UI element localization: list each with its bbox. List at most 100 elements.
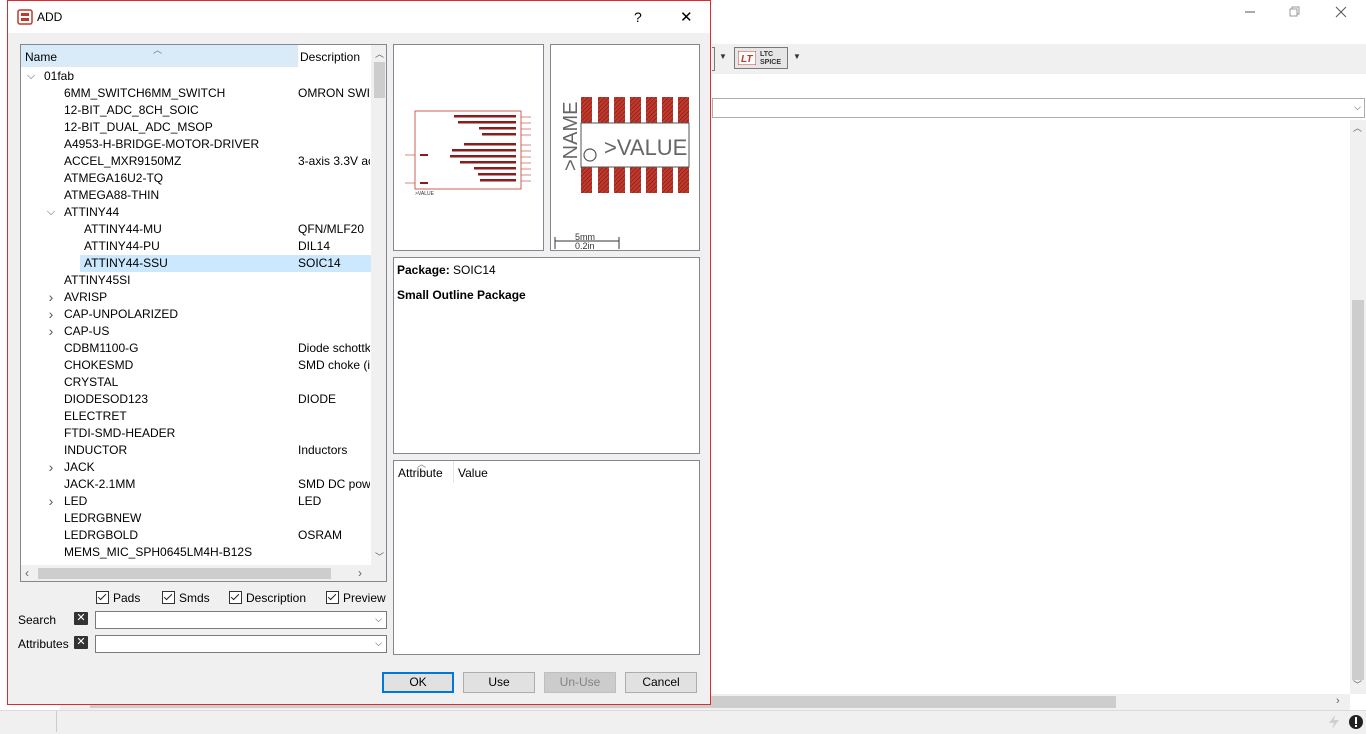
- tree-row[interactable]: ACCEL_MXR9150MZ 3-axis 3.3V accelerometer: [21, 153, 371, 170]
- chevron-down-icon[interactable]: ▼: [793, 52, 801, 61]
- tree-horizontal-scrollbar[interactable]: ‹ ›: [21, 565, 371, 581]
- tree-row[interactable]: CDBM1100-G Diode schottky: [21, 340, 371, 357]
- unuse-button[interactable]: Un-Use: [544, 672, 616, 693]
- tree-row[interactable]: A4953-H-BRIDGE-MOTOR-DRIVER: [21, 136, 371, 153]
- tree-row-name: ATTINY44-PU: [84, 239, 160, 253]
- tree-row-name: ATTINY44-MU: [84, 222, 162, 236]
- scroll-up-icon[interactable]: ︿: [1353, 121, 1362, 134]
- ltspice-button[interactable]: LT LTC SPICE: [734, 47, 788, 69]
- tree-row[interactable]: › JACK: [21, 459, 371, 476]
- clear-search-icon[interactable]: ✕: [74, 612, 88, 625]
- eagle-app-icon: [17, 9, 33, 25]
- tree-row-description: [298, 289, 370, 306]
- chevron-right-icon[interactable]: ›: [46, 459, 56, 476]
- attribute-table[interactable]: Attribute ︿ Value: [393, 460, 700, 655]
- tree-row-description: [298, 102, 370, 119]
- use-button[interactable]: Use: [463, 672, 535, 693]
- column-header-description-label: Description: [300, 50, 361, 64]
- background-toolbar: [712, 44, 1366, 74]
- tree-row[interactable]: DIODESOD123 DIODE: [21, 391, 371, 408]
- tree-row-name: 12-BIT_DUAL_ADC_MSOP: [64, 120, 213, 134]
- command-line-combo[interactable]: ⌵: [712, 98, 1365, 118]
- tree-row-description: 3-axis 3.3V accelerometer: [298, 154, 370, 168]
- scroll-right-icon[interactable]: ›: [1336, 695, 1340, 707]
- scroll-thumb[interactable]: [38, 568, 331, 579]
- preview-checkbox[interactable]: Preview: [326, 591, 386, 605]
- tree-row[interactable]: 12-BIT_ADC_8CH_SOIC: [21, 102, 371, 119]
- tree-row[interactable]: › CAP-US: [21, 323, 371, 340]
- column-header-description[interactable]: Description: [297, 45, 372, 67]
- scroll-right-icon[interactable]: ›: [358, 566, 362, 580]
- package-line: Package: SOIC14: [397, 263, 496, 277]
- tree-row[interactable]: CRYSTAL: [21, 374, 371, 391]
- chevron-right-icon[interactable]: ›: [46, 323, 56, 340]
- window-close-icon[interactable]: [1318, 0, 1364, 24]
- tree-row[interactable]: › LED LED: [21, 493, 371, 510]
- chevron-down-icon[interactable]: ⌵: [46, 204, 56, 221]
- tree-row[interactable]: LEDRGBOLD OSRAM: [21, 527, 371, 544]
- minimize-icon[interactable]: [1227, 0, 1273, 24]
- tree-row[interactable]: ATTINY45SI: [21, 272, 371, 289]
- dialog-titlebar: ADD ? ✕: [8, 1, 710, 33]
- checkbox-checked-icon: [162, 591, 175, 604]
- search-combo[interactable]: ⌵: [95, 611, 387, 629]
- tree-row[interactable]: FTDI-SMD-HEADER: [21, 425, 371, 442]
- smds-checkbox[interactable]: Smds: [162, 591, 210, 605]
- tree-row-description: [298, 323, 370, 340]
- column-header-attribute[interactable]: Attribute ︿: [394, 461, 454, 483]
- restore-icon[interactable]: [1272, 0, 1318, 24]
- chevron-down-icon[interactable]: ⌵: [26, 68, 36, 85]
- schematic-symbol: >VALUE: [405, 110, 531, 197]
- chevron-right-icon[interactable]: ›: [46, 493, 56, 510]
- chevron-down-icon: ⌵: [1354, 102, 1361, 112]
- attributes-combo[interactable]: ⌵: [95, 635, 387, 653]
- tree-row-description: DIODE: [298, 392, 337, 406]
- library-tree[interactable]: Name ︿ Description ⌵ 01fab 6MM_SWITCH6MM_S…: [20, 44, 387, 582]
- scroll-left-icon[interactable]: ‹: [25, 566, 29, 580]
- chevron-right-icon[interactable]: ›: [46, 289, 56, 306]
- clear-attributes-icon[interactable]: ✕: [74, 636, 88, 649]
- description-checkbox[interactable]: Description: [229, 591, 306, 605]
- scroll-down-icon[interactable]: ﹀: [1353, 678, 1362, 691]
- scroll-down-icon[interactable]: ﹀: [371, 550, 386, 563]
- tree-row-description: Diode schottky: [298, 341, 370, 355]
- tree-row[interactable]: INDUCTOR Inductors: [21, 442, 371, 459]
- tree-row[interactable]: ⌵ ATTINY44: [21, 204, 371, 221]
- tree-row[interactable]: LEDRGBNEW: [21, 510, 371, 527]
- tree-row[interactable]: CHOKESMD SMD choke (inductor): [21, 357, 371, 374]
- tree-row-name: FTDI-SMD-HEADER: [64, 426, 176, 440]
- scroll-thumb[interactable]: [374, 62, 385, 98]
- column-header-value[interactable]: Value: [458, 466, 488, 480]
- scale-in-label: 0.2in: [575, 241, 595, 250]
- pads-checkbox[interactable]: Pads: [96, 591, 140, 605]
- chevron-down-icon[interactable]: ▼: [719, 52, 727, 61]
- tree-row[interactable]: ATTINY44-MU QFN/MLF20: [21, 221, 371, 238]
- tree-row[interactable]: JACK-2.1MM SMD DC power jack: [21, 476, 371, 493]
- tree-row[interactable]: 6MM_SWITCH6MM_SWITCH OMRON SWITCH: [21, 85, 371, 102]
- tree-row[interactable]: MEMS_MIC_SPH0645LM4H-B12S: [21, 544, 371, 561]
- tree-row[interactable]: ATMEGA88-THIN: [21, 187, 371, 204]
- tree-row-description: [298, 510, 370, 527]
- tree-row[interactable]: ATMEGA16U2-TQ: [21, 170, 371, 187]
- tree-row[interactable]: 12-BIT_DUAL_ADC_MSOP: [21, 119, 371, 136]
- scroll-thumb[interactable]: [1352, 300, 1364, 680]
- chevron-right-icon[interactable]: ›: [46, 306, 56, 323]
- tree-row[interactable]: ELECTRET: [21, 408, 371, 425]
- tree-row-name: LEDRGBNEW: [64, 511, 142, 525]
- canvas-vertical-scrollbar[interactable]: ︿ ﹀: [1350, 120, 1366, 694]
- dialog-close-button[interactable]: ✕: [680, 8, 693, 26]
- help-button[interactable]: ?: [634, 9, 642, 25]
- ok-button[interactable]: OK: [382, 672, 454, 693]
- column-header-name[interactable]: Name ︿: [21, 45, 297, 67]
- tree-row[interactable]: ATTINY44-PU DIL14: [21, 238, 371, 255]
- tree-row[interactable]: › CAP-UNPOLARIZED: [21, 306, 371, 323]
- tree-row[interactable]: ⌵ 01fab: [21, 68, 371, 85]
- tree-row[interactable]: ATTINY44-SSU SOIC14: [21, 255, 371, 272]
- tree-row-name: CRYSTAL: [64, 375, 119, 389]
- tree-row[interactable]: › AVRISP: [21, 289, 371, 306]
- cancel-button[interactable]: Cancel: [625, 672, 697, 693]
- tree-vertical-scrollbar[interactable]: ︿ ﹀: [371, 45, 386, 565]
- scroll-up-icon[interactable]: ︿: [371, 47, 386, 60]
- error-icon[interactable]: [1348, 714, 1364, 730]
- tree-row-description: SMD choke (inductor): [298, 358, 370, 372]
